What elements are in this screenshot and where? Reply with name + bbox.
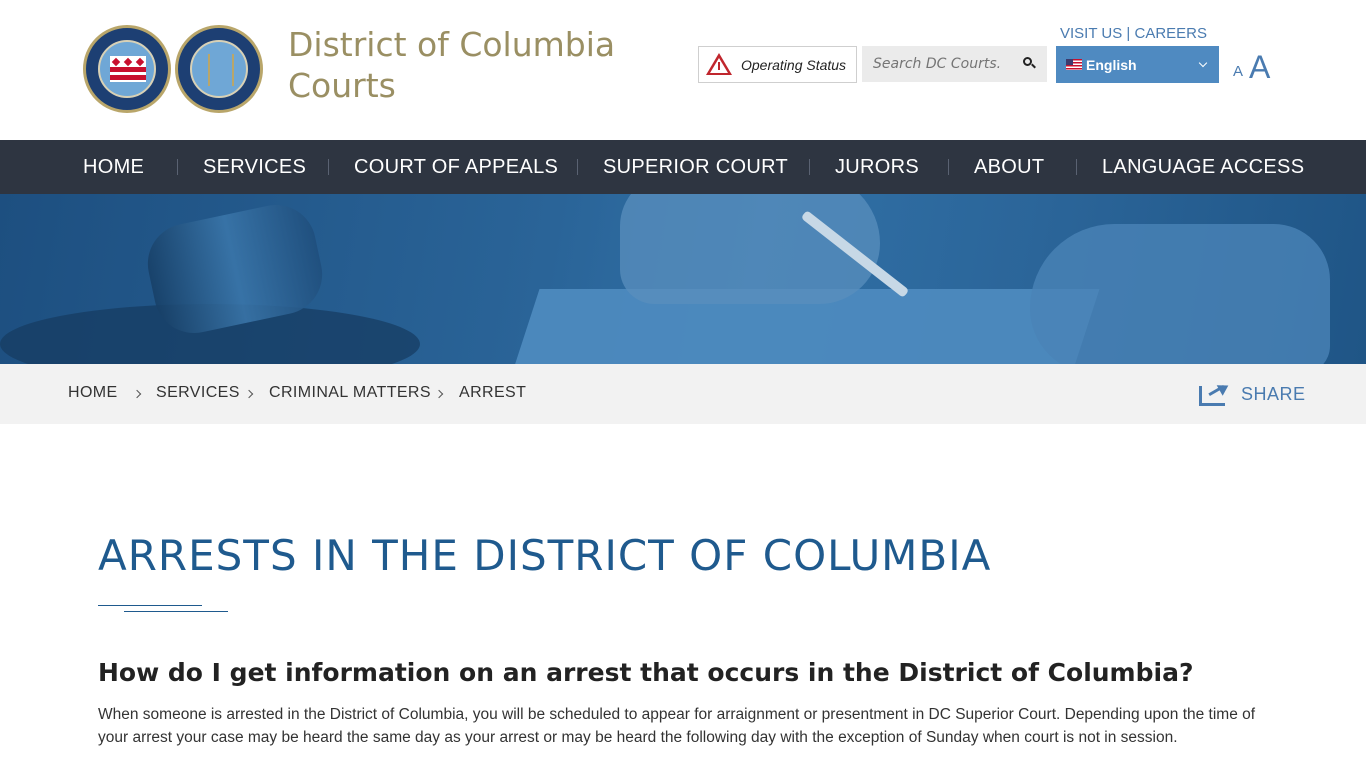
language-select[interactable]: English (1056, 46, 1219, 83)
operating-status-label: Operating Status (741, 56, 847, 73)
chevron-right-icon (434, 389, 444, 399)
main-nav: HOME SERVICES COURT OF APPEALS SUPERIOR … (0, 140, 1366, 194)
page-title: ARRESTS IN THE DISTRICT OF COLUMBIA (98, 531, 992, 580)
breadcrumb: HOME SERVICES CRIMINAL MATTERS ARREST SH… (0, 364, 1366, 424)
nav-divider (809, 159, 810, 175)
nav-divider (577, 159, 578, 175)
scales-of-justice-icon (208, 54, 234, 86)
nav-item-about[interactable]: ABOUT (974, 140, 1044, 194)
search-icon[interactable] (1023, 57, 1036, 69)
nav-item-language-access[interactable]: LANGUAGE ACCESS (1102, 140, 1304, 194)
body-paragraph: When someone is arrested in the District… (98, 706, 1256, 746)
language-selected-label: English (1086, 56, 1137, 73)
breadcrumb-home[interactable]: HOME (68, 384, 118, 402)
font-size-large-button[interactable]: A (1249, 49, 1270, 86)
share-icon (1199, 380, 1232, 407)
nav-divider (948, 159, 949, 175)
breadcrumb-criminal-matters[interactable]: CRIMINAL MATTERS (269, 384, 431, 402)
title-underline-divider (98, 605, 202, 606)
font-size-small-button[interactable]: A (1233, 63, 1243, 80)
visit-us-link[interactable]: VISIT US (1060, 25, 1122, 42)
dc-flag-icon (110, 56, 146, 82)
top-links: VISIT US | CAREERS (1060, 25, 1207, 42)
us-flag-icon (1066, 59, 1082, 70)
breadcrumb-arrest: ARREST (459, 384, 527, 401)
chevron-down-icon (1198, 58, 1208, 68)
hero-banner-image (0, 194, 1366, 364)
operating-status-button[interactable]: Operating Status (698, 46, 857, 83)
title-underline-divider (124, 611, 228, 612)
nav-item-court-of-appeals[interactable]: COURT OF APPEALS (354, 140, 558, 194)
share-button[interactable]: SHARE (1199, 380, 1306, 407)
warning-icon (705, 52, 733, 77)
nav-divider (1076, 159, 1077, 175)
search-box (862, 46, 1047, 82)
site-title[interactable]: District of Columbia Courts (288, 24, 648, 106)
nav-item-services[interactable]: SERVICES (203, 140, 306, 194)
chevron-right-icon (132, 389, 142, 399)
breadcrumb-services[interactable]: SERVICES (156, 384, 240, 402)
nav-item-superior-court[interactable]: SUPERIOR COURT (603, 140, 788, 194)
site-header: District of Columbia Courts VISIT US | C… (0, 0, 1366, 140)
search-input[interactable] (862, 56, 1007, 72)
superior-court-seal-logo[interactable] (175, 25, 263, 113)
careers-link[interactable]: CAREERS (1135, 25, 1208, 42)
nav-divider (328, 159, 329, 175)
chevron-right-icon (244, 389, 254, 399)
nav-item-jurors[interactable]: JURORS (835, 140, 919, 194)
nav-item-home[interactable]: HOME (83, 140, 144, 194)
nav-divider (177, 159, 178, 175)
section-question-heading: How do I get information on an arrest th… (98, 658, 1194, 687)
court-of-appeals-seal-logo[interactable] (83, 25, 171, 113)
top-links-divider: | (1126, 25, 1131, 42)
share-label: SHARE (1241, 383, 1306, 404)
